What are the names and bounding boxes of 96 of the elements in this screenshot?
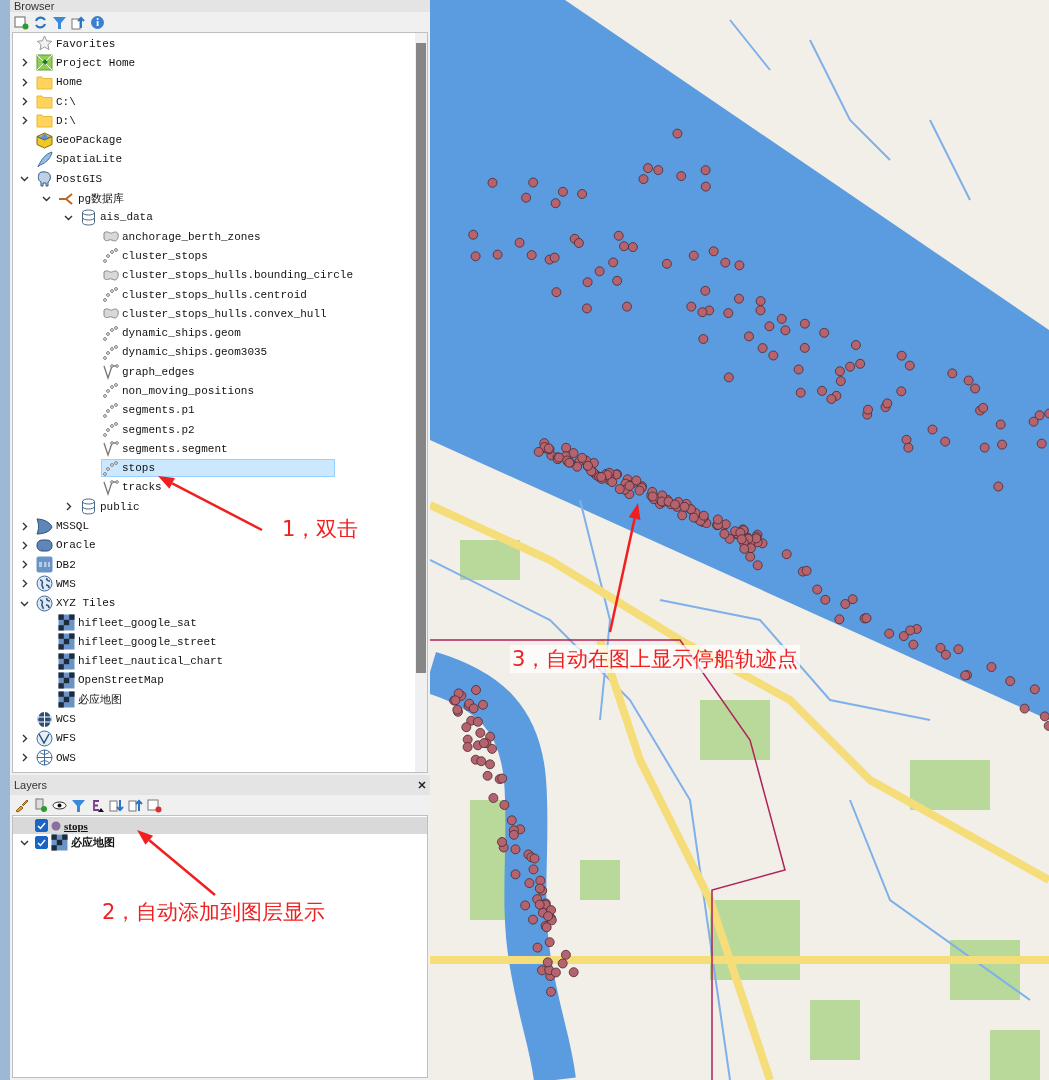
points-icon [102, 343, 119, 361]
annotation-text: 3，自动在图上显示停船轨迹点 [510, 645, 801, 673]
tree-item[interactable]: hifleet_nautical_chart [57, 652, 227, 671]
points-icon [102, 286, 119, 303]
tiles-icon [58, 691, 75, 709]
globe-icon [36, 729, 53, 747]
tree-item[interactable]: public [79, 497, 143, 516]
tree-item[interactable]: graph_edges [101, 362, 198, 381]
tree-item[interactable]: tracks [101, 478, 165, 497]
tree-item[interactable]: SpatiaLite [35, 150, 125, 169]
tree-item[interactable]: cluster_stops_hulls.convex_hull [101, 304, 330, 323]
folder-icon [36, 112, 53, 130]
collapse-icon[interactable] [127, 797, 143, 813]
chevron-down-icon[interactable] [19, 174, 29, 184]
tree-item[interactable]: dynamic_ships.geom3035 [101, 343, 271, 362]
points-icon [102, 459, 119, 477]
tree-item[interactable]: hifleet_google_sat [57, 613, 200, 632]
line-icon [102, 440, 119, 458]
panel-title: Layers [14, 779, 48, 791]
tree-item[interactable]: OpenStreetMap [57, 671, 167, 690]
tree-item[interactable]: hifleet_google_street [57, 632, 220, 651]
info-icon[interactable] [89, 14, 105, 30]
folder-icon [36, 73, 53, 91]
globe-icon [36, 749, 53, 767]
layer-row[interactable]: stops [13, 817, 427, 834]
panel-title: Browser [14, 0, 55, 12]
remove-layer-icon[interactable] [146, 797, 162, 813]
line-icon [102, 478, 119, 496]
feather-icon [36, 150, 53, 168]
refresh-icon[interactable] [32, 14, 48, 30]
layer-checkbox[interactable] [35, 819, 48, 832]
layer-row[interactable]: 必应地图 [13, 834, 427, 851]
tree-item[interactable]: anchorage_berth_zones [101, 227, 264, 246]
mssql-icon [36, 517, 53, 535]
oracle-icon [36, 536, 53, 554]
scrollbar-thumb[interactable] [416, 43, 426, 673]
collapse-icon[interactable] [70, 14, 86, 30]
tree-item[interactable]: GeoPackage [35, 131, 125, 150]
line-icon [102, 363, 119, 381]
star-icon [36, 35, 53, 53]
tree-item[interactable]: Oracle [35, 536, 99, 555]
tiles-icon [51, 834, 68, 851]
tree-item[interactable]: pg数据库 [57, 189, 128, 207]
db2-icon [36, 556, 53, 574]
tree-item[interactable]: segments.p2 [101, 420, 198, 439]
tree-item[interactable]: Home [35, 73, 86, 92]
project-icon [36, 54, 53, 72]
map-drawing[interactable] [430, 0, 1049, 1080]
tree-item[interactable]: Favorites [35, 34, 119, 53]
tree-item[interactable]: WCS [35, 710, 79, 729]
tree-item[interactable]: Project Home [35, 53, 139, 72]
expand-icon[interactable] [108, 797, 124, 813]
tree-item[interactable]: WMS [35, 574, 79, 593]
tree-item[interactable]: DB2 [35, 555, 79, 574]
tiles-icon [58, 633, 75, 651]
tree-item[interactable]: XYZ Tiles [35, 594, 119, 613]
points-icon [102, 382, 119, 400]
tree-item[interactable]: stops [101, 459, 335, 478]
tree-item[interactable]: cluster_stops_hulls.centroid [101, 285, 310, 304]
tree-item[interactable]: C:\ [35, 92, 79, 111]
globe-icon [36, 710, 53, 728]
points-icon [102, 401, 119, 419]
chevron-down-icon[interactable] [19, 838, 29, 847]
tree-item[interactable]: 必应地图 [57, 690, 125, 709]
points-icon [102, 247, 119, 265]
tiles-icon [58, 614, 75, 632]
tree-item[interactable]: cluster_stops [101, 246, 211, 265]
brush-icon[interactable] [13, 797, 29, 813]
tree-item[interactable]: dynamic_ships.geom [101, 324, 244, 343]
points-icon [102, 421, 119, 439]
database-icon [80, 208, 97, 226]
layer-checkbox[interactable] [35, 836, 48, 849]
tree-item[interactable]: PostGIS [35, 169, 106, 188]
add-icon[interactable] [13, 14, 29, 30]
tree-item[interactable]: D:\ [35, 111, 79, 130]
tree-item[interactable]: ais_data [79, 208, 156, 227]
folder-icon [36, 93, 53, 111]
tiles-icon [58, 671, 75, 689]
point-symbol-icon [51, 820, 61, 831]
tree-item[interactable]: OWS [35, 748, 79, 767]
filter-icon[interactable] [51, 14, 67, 30]
globe-icon [36, 594, 53, 612]
tree-item[interactable]: WFS [35, 729, 79, 748]
geopackage-icon [36, 131, 53, 149]
tiles-icon [58, 652, 75, 670]
tree-item[interactable]: cluster_stops_hulls.bounding_circle [101, 266, 357, 285]
tree-item[interactable]: segments.p1 [101, 401, 198, 420]
close-icon[interactable] [418, 781, 426, 789]
layer-name: stops [64, 819, 88, 832]
tree-item[interactable]: MSSQL [35, 517, 92, 536]
tree-item[interactable]: non_moving_positions [101, 382, 258, 400]
points-icon [102, 324, 119, 342]
globe-icon [36, 575, 53, 593]
layer-name: 必应地图 [71, 835, 115, 850]
database-icon [80, 498, 97, 516]
tree-item[interactable]: segments.segment [101, 439, 231, 458]
